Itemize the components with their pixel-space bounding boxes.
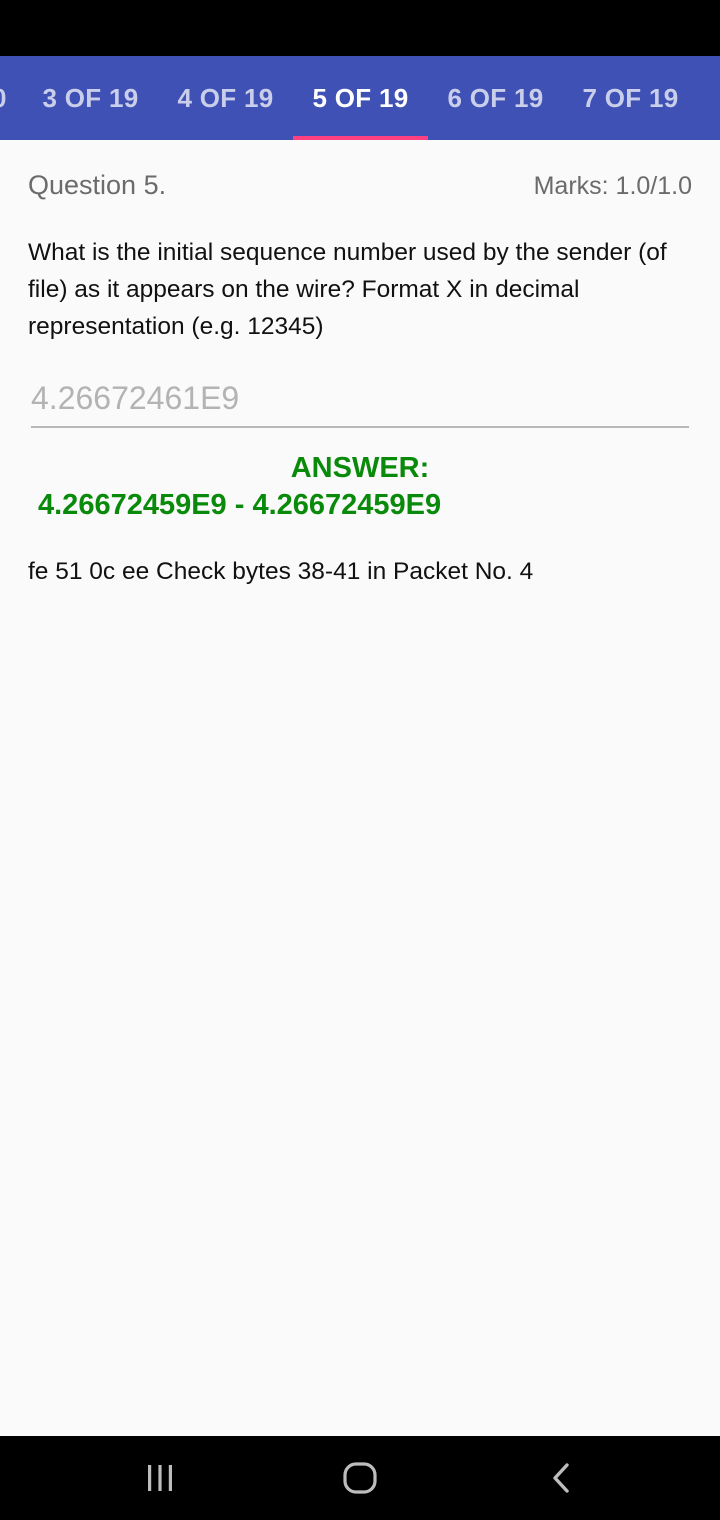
correct-answer-range: 4.26672459E9 - 4.26672459E9	[38, 489, 442, 521]
question-text: What is the initial sequence number used…	[28, 239, 667, 340]
tab-question-7[interactable]: 7 OF 19	[563, 56, 698, 140]
answer-input[interactable]: 4.26672461E9	[31, 374, 689, 428]
question-header: Question 5. Marks: 1.0/1.0	[28, 170, 692, 206]
active-tab-indicator	[293, 136, 428, 140]
tab-question-4[interactable]: 4 OF 19	[158, 56, 293, 140]
tab-question-6[interactable]: 6 OF 19	[428, 56, 563, 140]
back-icon	[553, 1463, 569, 1493]
question-title: Question 5.	[28, 170, 167, 200]
system-navigation-bar	[0, 1436, 720, 1520]
recents-icon	[148, 1465, 172, 1491]
correct-answer-label: ANSWER:	[290, 452, 430, 484]
question-marks: Marks: 1.0/1.0	[533, 172, 692, 200]
recents-button[interactable]	[100, 1436, 220, 1520]
tab-question-3[interactable]: 3 OF 19	[23, 56, 158, 140]
status-bar	[0, 0, 720, 56]
tab-partial-previous[interactable]: 0	[0, 56, 6, 140]
back-button[interactable]	[502, 1436, 622, 1520]
home-icon	[343, 1462, 377, 1494]
answer-feedback: fe 51 0c ee Check bytes 38-41 in Packet …	[28, 558, 534, 585]
question-tab-bar: 0 3 OF 19 4 OF 19 5 OF 19 6 OF 19 7 OF 1…	[0, 56, 720, 140]
answer-input-value: 4.26672461E9	[31, 380, 240, 416]
tab-question-5[interactable]: 5 OF 19	[293, 56, 428, 140]
home-button[interactable]	[300, 1436, 420, 1520]
